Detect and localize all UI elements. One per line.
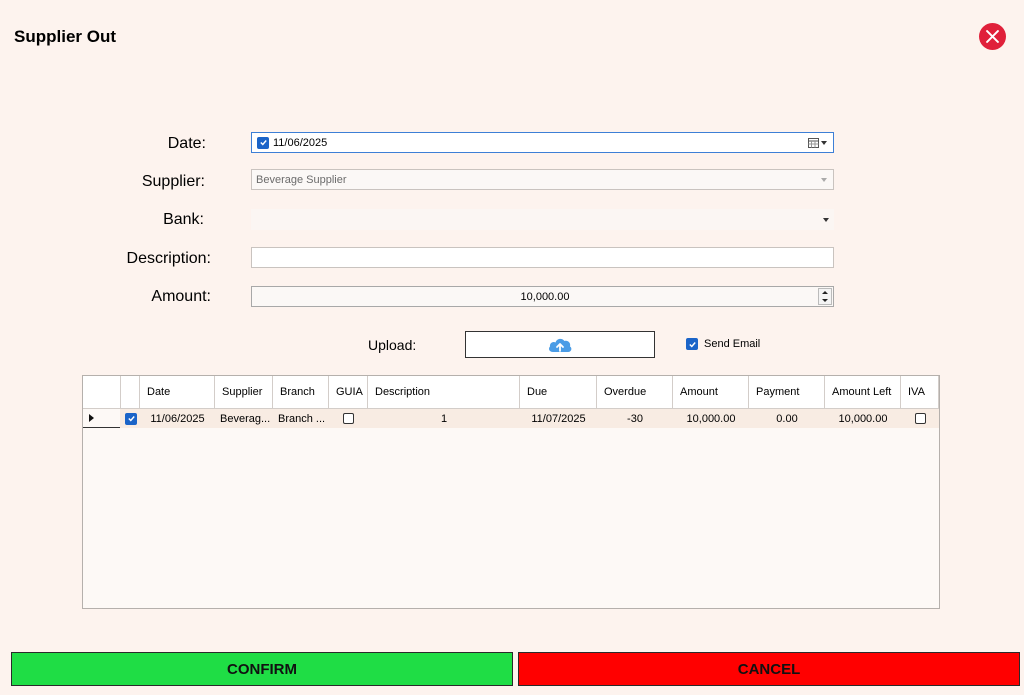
spin-up-icon[interactable] <box>819 289 831 297</box>
window-title: Supplier Out <box>14 27 116 46</box>
description-label: Description: <box>126 250 211 267</box>
col-due[interactable]: Due <box>520 376 597 409</box>
col-supplier[interactable]: Supplier <box>215 376 273 409</box>
bank-select[interactable] <box>251 209 834 230</box>
cell-iva[interactable] <box>901 409 939 428</box>
row-pointer-icon <box>89 414 94 422</box>
iva-checkbox[interactable] <box>914 413 926 424</box>
cancel-button[interactable]: CANCEL <box>518 652 1020 686</box>
col-description[interactable]: Description <box>368 376 520 409</box>
col-overdue[interactable]: Overdue <box>597 376 673 409</box>
cloud-upload-icon <box>549 338 572 352</box>
amount-value: 10,000.00 <box>520 290 570 303</box>
table-row[interactable]: 11/06/2025 Beverag... Branch ... 1 11/07… <box>83 409 939 428</box>
supplier-label: Supplier: <box>141 173 205 190</box>
grid-header: Date Supplier Branch GUIA Description Du… <box>83 376 939 409</box>
col-amount[interactable]: Amount <box>673 376 749 409</box>
send-email-checkbox[interactable]: Send Email <box>686 338 760 350</box>
cell-due: 11/07/2025 <box>531 412 586 425</box>
close-icon <box>986 30 999 43</box>
chevron-down-icon <box>823 217 829 222</box>
chevron-down-icon <box>821 177 827 182</box>
close-button[interactable] <box>979 23 1006 50</box>
cell-supplier: Beverag... <box>220 412 271 425</box>
cell-guia[interactable] <box>329 409 368 428</box>
spin-down-icon[interactable] <box>819 297 831 305</box>
bank-label: Bank: <box>163 211 204 228</box>
date-label: Date: <box>167 135 206 152</box>
upload-label: Upload: <box>368 337 417 353</box>
cell-date: 11/06/2025 <box>150 412 205 425</box>
invoice-grid[interactable]: Date Supplier Branch GUIA Description Du… <box>82 375 940 609</box>
header-select <box>121 376 140 409</box>
check-box <box>125 412 137 425</box>
check-icon-box <box>686 338 698 350</box>
supplier-select[interactable]: Beverage Supplier <box>251 169 834 190</box>
supplier-value: Beverage Supplier <box>256 173 347 186</box>
header-row-indicator <box>83 376 121 409</box>
description-input[interactable] <box>251 247 834 268</box>
send-email-label: Send Email <box>704 338 761 350</box>
upload-button[interactable] <box>465 331 655 358</box>
check-icon <box>127 416 135 422</box>
col-branch[interactable]: Branch <box>273 376 329 409</box>
row-select-checkbox[interactable] <box>123 409 139 428</box>
amount-spinner[interactable] <box>818 288 832 305</box>
cell-amount-left: 10,000.00 <box>838 412 888 425</box>
calendar-dropdown[interactable] <box>808 137 827 148</box>
check-icon <box>688 341 696 348</box>
cell-payment: 0.00 <box>776 412 798 425</box>
cell-overdue: -30 <box>627 412 643 425</box>
chevron-down-icon <box>821 140 827 145</box>
col-date[interactable]: Date <box>140 376 215 409</box>
col-iva[interactable]: IVA <box>901 376 939 409</box>
col-amount-left[interactable]: Amount Left <box>825 376 901 409</box>
calendar-icon <box>808 137 819 148</box>
date-value: 11/06/2025 <box>273 136 328 149</box>
guia-checkbox[interactable] <box>343 413 354 424</box>
check-icon <box>259 140 267 146</box>
date-picker[interactable]: 11/06/2025 <box>251 132 834 153</box>
current-row-indicator <box>83 409 120 428</box>
cell-description: 1 <box>440 412 448 425</box>
col-guia[interactable]: GUIA <box>329 376 368 409</box>
confirm-button[interactable]: CONFIRM <box>11 652 513 686</box>
col-payment[interactable]: Payment <box>749 376 825 409</box>
cell-amount: 10,000.00 <box>686 412 736 425</box>
amount-label: Amount: <box>151 288 211 305</box>
date-enabled-checkbox[interactable] <box>257 136 269 149</box>
cell-branch: Branch ... <box>278 412 326 425</box>
amount-input[interactable]: 10,000.00 <box>251 286 834 307</box>
